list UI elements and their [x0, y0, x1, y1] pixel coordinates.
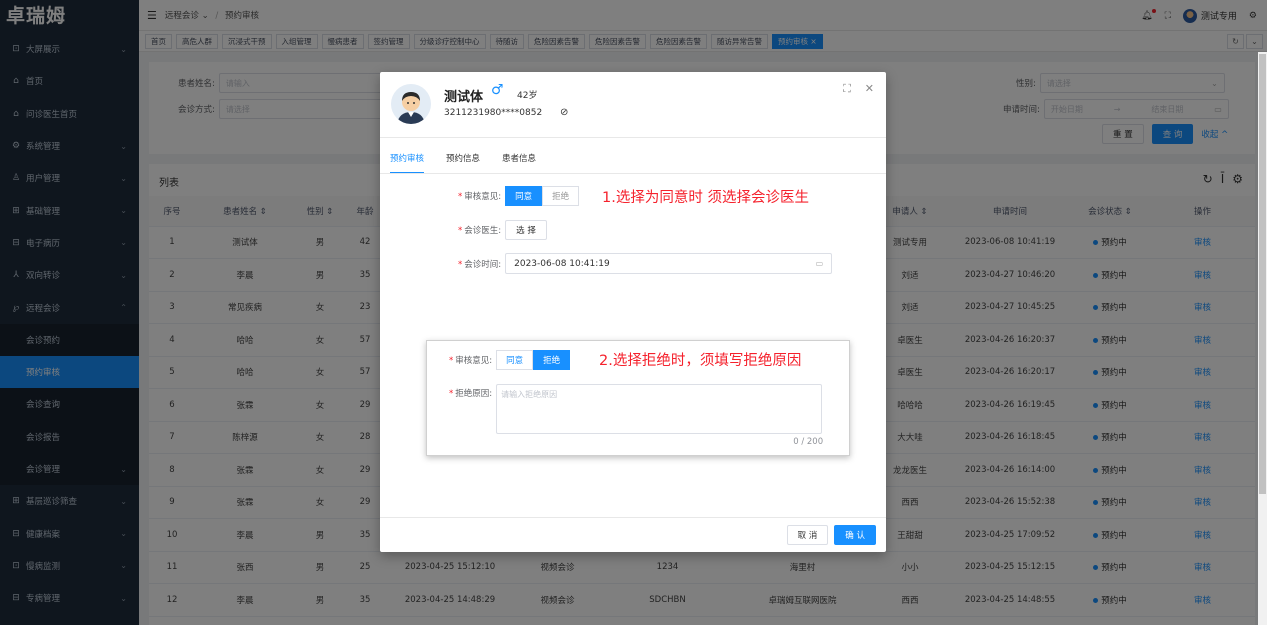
doctor-row: * 会诊医生: 选 择: [458, 220, 547, 240]
tab-patient-info[interactable]: 患者信息: [502, 150, 536, 174]
doctor-label: * 会诊医生:: [458, 226, 502, 236]
reject-example-box: * 审核意见: 同意 拒绝 2.选择拒绝时，须填写拒绝原因 * 拒绝原因: 请输入拒…: [426, 340, 850, 456]
reject-option[interactable]: 拒绝: [542, 186, 580, 206]
note-reject: 2.选择拒绝时，须填写拒绝原因: [599, 353, 802, 369]
reject-option[interactable]: 拒绝: [533, 350, 571, 370]
select-doctor-button[interactable]: 选 择: [505, 220, 547, 240]
reject-opinion-row: * 审核意见: 同意 拒绝: [449, 350, 571, 370]
reason-textarea[interactable]: 请输入拒绝原因 0 / 200: [496, 384, 823, 447]
opinion-label: * 审核意见:: [458, 192, 502, 202]
modal-actions: 取 消 确 认: [786, 525, 876, 545]
patient-age: 42岁: [517, 91, 538, 101]
cancel-button[interactable]: 取 消: [786, 525, 829, 545]
reason-placeholder: 请输入拒绝原因: [501, 390, 558, 399]
close-icon[interactable]: ✕: [865, 82, 874, 96]
scrollbar-thumb[interactable]: [1259, 54, 1266, 494]
modal-header: 测试体 ♂ 42岁 3211231980****0852 ⊘ ⛶ ✕: [380, 72, 886, 138]
review-modal: 测试体 ♂ 42岁 3211231980****0852 ⊘ ⛶ ✕ 预约审核 …: [380, 72, 886, 552]
male-icon: ♂: [491, 82, 504, 98]
time-label: * 会诊时间:: [458, 259, 502, 270]
note-agree: 1.选择为同意时 须选择会诊医生: [602, 190, 809, 206]
consult-time-input[interactable]: 2023-06-08 10:41:19 ▭: [505, 253, 833, 274]
modal-footer: 取 消 确 认: [380, 517, 886, 552]
opinion-label: * 审核意见:: [449, 356, 493, 366]
patient-avatar: [391, 84, 431, 124]
page-scrollbar[interactable]: [1258, 52, 1267, 625]
eye-off-icon[interactable]: ⊘: [560, 107, 568, 118]
agree-option[interactable]: 同意: [505, 186, 543, 206]
reason-counter: 0 / 200: [793, 437, 824, 447]
tab-review[interactable]: 预约审核: [390, 150, 425, 174]
reason-label: * 拒绝原因:: [449, 389, 493, 399]
patient-id: 3211231980****0852: [444, 108, 543, 118]
opinion-segmented: 同意 拒绝: [505, 186, 580, 206]
modal-tabs: 预约审核 预约信息 患者信息: [390, 150, 536, 174]
time-row: * 会诊时间: 2023-06-08 10:41:19 ▭: [458, 253, 833, 274]
patient-name: 测试体: [444, 90, 484, 105]
fullscreen-icon[interactable]: ⛶: [843, 82, 851, 96]
opinion-row: * 审核意见: 同意 拒绝: [458, 186, 580, 206]
agree-option[interactable]: 同意: [496, 350, 534, 370]
confirm-button[interactable]: 确 认: [834, 525, 876, 545]
reason-row: * 拒绝原因: 请输入拒绝原因 0 / 200: [449, 384, 823, 447]
consult-time-value: 2023-06-08 10:41:19: [514, 258, 610, 269]
tab-appointment-info[interactable]: 预约信息: [446, 150, 480, 174]
calendar-icon: ▭: [815, 259, 824, 268]
opinion-segmented: 同意 拒绝: [496, 350, 571, 370]
modal-controls: ⛶ ✕: [843, 82, 874, 96]
modal-tab-divider: [380, 173, 886, 174]
